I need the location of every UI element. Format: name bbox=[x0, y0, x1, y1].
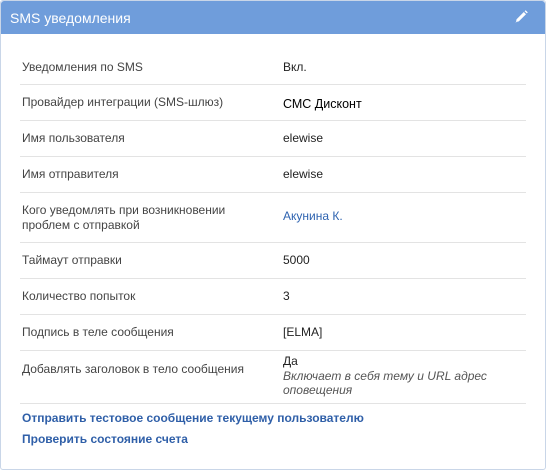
setting-label: Провайдер интеграции (SMS-шлюз) bbox=[22, 95, 224, 109]
setting-row-send-timeout: Таймаут отправки 5000 bbox=[20, 243, 526, 279]
setting-value: Вкл. bbox=[283, 60, 307, 74]
setting-value: Да bbox=[283, 354, 298, 368]
setting-label: Добавлять заголовок в тело сообщения bbox=[22, 362, 244, 376]
setting-label: Таймаут отправки bbox=[22, 253, 122, 267]
setting-value: СМС Дисконт bbox=[283, 97, 362, 111]
setting-row-signature: Подпись в теле сообщения [ELMA] bbox=[20, 315, 526, 351]
setting-label: Имя пользователя bbox=[22, 131, 125, 145]
setting-value: [ELMA] bbox=[283, 325, 323, 339]
setting-value: 3 bbox=[283, 289, 290, 303]
setting-hint: Включает в себя тему и URL адрес оповеще… bbox=[283, 369, 487, 397]
actions: Отправить тестовое сообщение текущему по… bbox=[22, 411, 364, 446]
panel-title: SMS уведомления bbox=[10, 10, 131, 26]
send-test-message-link[interactable]: Отправить тестовое сообщение текущему по… bbox=[22, 411, 364, 425]
setting-row-provider: Провайдер интеграции (SMS-шлюз) СМС Диск… bbox=[20, 85, 526, 121]
user-link[interactable]: Акунина К. bbox=[283, 209, 343, 224]
setting-row-notify-on-problems: Кого уведомлять при возникновении пробле… bbox=[20, 193, 526, 243]
setting-label: Количество попыток bbox=[22, 289, 136, 303]
setting-row-attempts: Количество попыток 3 bbox=[20, 279, 526, 315]
setting-label: Уведомления по SMS bbox=[22, 60, 143, 74]
setting-label: Имя отправителя bbox=[22, 167, 119, 181]
setting-value: elewise bbox=[283, 131, 324, 145]
pencil-icon[interactable] bbox=[513, 9, 529, 25]
check-account-status-link[interactable]: Проверить состояние счета bbox=[22, 432, 364, 446]
setting-value: 5000 bbox=[283, 253, 310, 267]
sms-notifications-panel: SMS уведомления Уведомления по SMS Вкл. … bbox=[0, 0, 546, 470]
panel-header: SMS уведомления bbox=[1, 1, 545, 34]
setting-row-sender-name: Имя отправителя elewise bbox=[20, 157, 526, 193]
setting-row-add-header: Добавлять заголовок в тело сообщения Да … bbox=[20, 351, 526, 404]
setting-value: elewise bbox=[283, 167, 324, 181]
setting-label: Кого уведомлять при возникновении пробле… bbox=[22, 203, 226, 232]
settings-table: Уведомления по SMS Вкл. Провайдер интегр… bbox=[20, 49, 526, 404]
setting-value-container: Да Включает в себя тему и URL адрес опов… bbox=[283, 354, 503, 397]
setting-row-sms-notifications: Уведомления по SMS Вкл. bbox=[20, 49, 526, 85]
setting-row-username: Имя пользователя elewise bbox=[20, 121, 526, 157]
setting-label: Подпись в теле сообщения bbox=[22, 325, 174, 339]
